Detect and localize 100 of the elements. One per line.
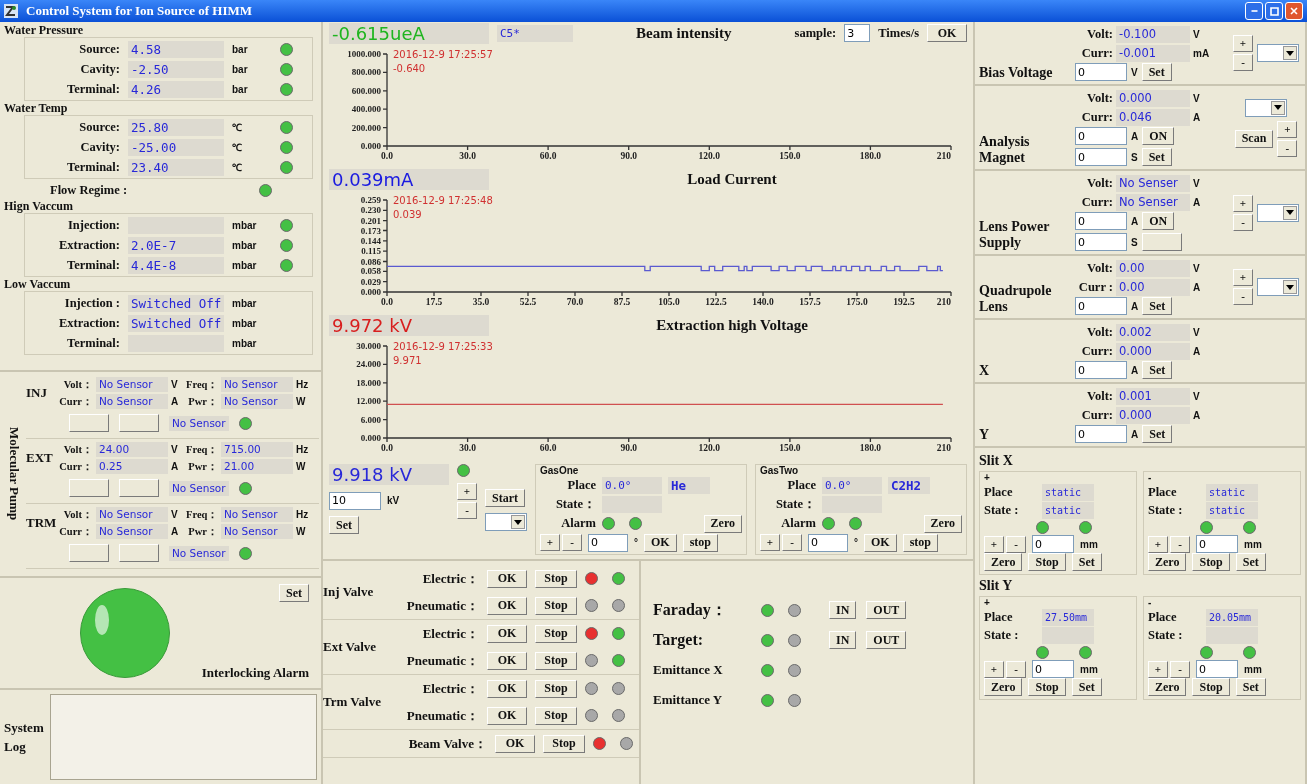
step-button[interactable]: - <box>457 502 477 519</box>
dropdown-field[interactable] <box>485 513 527 531</box>
command-button[interactable]: Stop <box>535 569 577 588</box>
minimize-button[interactable] <box>1245 2 1263 20</box>
command-button[interactable]: Set <box>1235 553 1266 571</box>
command-button[interactable]: Set <box>1142 361 1173 379</box>
command-button[interactable]: Scan <box>1234 129 1274 148</box>
command-button[interactable]: IN <box>829 631 857 649</box>
input-field[interactable]: 0 <box>1075 212 1127 230</box>
command-button[interactable]: Zero <box>923 514 962 533</box>
command-button[interactable]: OK <box>487 706 527 725</box>
command-button[interactable]: Stop <box>535 651 577 670</box>
blank-button[interactable] <box>69 544 109 562</box>
input-field[interactable]: 0 <box>1075 361 1127 379</box>
step-button[interactable]: - <box>782 534 802 551</box>
dropdown-field[interactable] <box>1257 278 1299 296</box>
command-button[interactable]: stop <box>902 533 938 552</box>
input-field[interactable]: 10 <box>329 491 381 510</box>
command-button[interactable]: OK <box>487 651 527 670</box>
step-button[interactable]: + <box>1277 120 1298 138</box>
command-button[interactable]: Stop <box>535 706 577 725</box>
dropdown-field[interactable] <box>1245 98 1287 117</box>
command-button[interactable]: Set <box>1141 63 1172 81</box>
command-button[interactable]: Zero <box>984 553 1023 571</box>
input-field[interactable]: 0 <box>1075 425 1127 443</box>
input-field[interactable]: 0 <box>1196 660 1238 678</box>
command-button[interactable]: OK <box>487 569 527 588</box>
step-button[interactable]: - <box>1233 213 1253 231</box>
command-button[interactable]: Stop <box>535 624 577 643</box>
dropdown-field[interactable] <box>1257 44 1299 62</box>
step-button[interactable]: + <box>1148 660 1168 678</box>
step-button[interactable]: + <box>1233 35 1253 52</box>
command-button[interactable]: Zero <box>703 514 742 533</box>
command-button[interactable]: OUT <box>866 631 907 649</box>
input-field[interactable]: 0 <box>1075 233 1127 251</box>
command-button[interactable]: Zero <box>1148 553 1187 571</box>
step-button[interactable]: - <box>1233 288 1253 305</box>
input-field[interactable]: 0 <box>808 533 848 552</box>
blank-button[interactable] <box>119 414 159 432</box>
command-button[interactable]: OK <box>927 24 967 42</box>
step-button[interactable]: - <box>562 534 582 551</box>
command-button[interactable]: ON <box>1142 212 1175 230</box>
blank-button[interactable] <box>119 479 159 497</box>
command-button[interactable]: OK <box>864 533 897 552</box>
input-field[interactable]: 0 <box>1196 535 1238 553</box>
command-button[interactable]: Stop <box>535 679 577 698</box>
blank-button[interactable] <box>69 479 109 497</box>
command-button[interactable]: Set <box>329 516 359 534</box>
command-button[interactable]: Zero <box>984 678 1023 696</box>
command-button[interactable]: Stop <box>1028 678 1066 696</box>
step-button[interactable]: + <box>760 534 780 551</box>
blank-button[interactable] <box>119 544 159 562</box>
dropdown-field[interactable] <box>1257 203 1299 222</box>
log-area[interactable] <box>50 694 317 780</box>
blank-button[interactable] <box>69 414 109 432</box>
command-button[interactable]: Set <box>1141 148 1172 166</box>
blank-button[interactable] <box>1141 233 1182 251</box>
command-button[interactable]: OK <box>487 596 527 615</box>
step-button[interactable]: - <box>1277 139 1298 157</box>
command-button[interactable]: Stop <box>1028 553 1066 571</box>
command-button[interactable]: Zero <box>1148 678 1187 696</box>
command-button[interactable]: Set <box>1071 553 1102 571</box>
command-button[interactable]: Set <box>1142 425 1173 443</box>
command-button[interactable]: Set <box>1071 678 1102 696</box>
step-button[interactable]: + <box>540 534 560 551</box>
command-button[interactable]: OK <box>487 624 527 643</box>
command-button[interactable]: stop <box>682 533 718 552</box>
input-field[interactable]: 3 <box>844 24 871 42</box>
command-button[interactable]: Set <box>1235 678 1266 696</box>
input-field[interactable]: 0 <box>1032 660 1074 678</box>
step-button[interactable]: - <box>1170 660 1190 678</box>
command-button[interactable]: Stop <box>535 596 577 615</box>
close-button[interactable] <box>1285 2 1303 20</box>
step-button[interactable]: + <box>1233 194 1253 212</box>
step-button[interactable]: - <box>1233 54 1253 71</box>
step-button[interactable]: - <box>1006 535 1026 553</box>
step-button[interactable]: + <box>1148 535 1168 553</box>
command-button[interactable]: Start <box>485 489 525 507</box>
command-button[interactable]: OK <box>495 734 535 753</box>
input-field[interactable]: 0 <box>1075 148 1127 166</box>
step-button[interactable]: - <box>1170 535 1190 553</box>
command-button[interactable]: ON <box>1142 127 1175 145</box>
command-button[interactable]: OUT <box>866 601 907 619</box>
input-field[interactable]: 0 <box>1075 127 1127 145</box>
input-field[interactable]: 0 <box>1075 297 1127 315</box>
command-button[interactable]: Stop <box>543 734 585 753</box>
command-button[interactable]: OK <box>487 679 527 698</box>
step-button[interactable]: + <box>984 535 1004 553</box>
input-field[interactable]: 0 <box>1032 535 1074 553</box>
step-button[interactable]: + <box>984 660 1004 678</box>
command-button[interactable]: Stop <box>1192 553 1230 571</box>
command-button[interactable]: Set <box>279 584 309 602</box>
input-field[interactable]: 0 <box>588 533 628 552</box>
input-field[interactable]: 0 <box>1075 63 1127 81</box>
maximize-button[interactable] <box>1265 2 1283 20</box>
step-button[interactable]: + <box>457 483 477 500</box>
step-button[interactable]: - <box>1006 660 1026 678</box>
command-button[interactable]: Set <box>1142 297 1173 315</box>
command-button[interactable]: Stop <box>1192 678 1230 696</box>
step-button[interactable]: + <box>1233 269 1253 286</box>
